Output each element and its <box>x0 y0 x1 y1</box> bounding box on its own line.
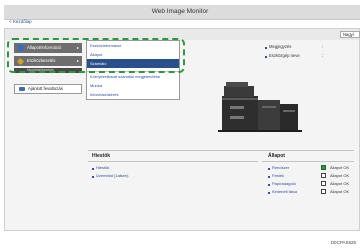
status-panel-title: Állapot <box>268 153 285 159</box>
zoom-button[interactable]: Nagyí <box>340 31 360 38</box>
comment-separator: : <box>322 44 324 49</box>
status-row-value: Állapot OK <box>330 189 350 194</box>
section-divider <box>88 150 354 151</box>
output-tray-ok-icon <box>321 189 326 194</box>
nav-user-tools[interactable]: Ajánlott fevaltozás <box>14 84 82 94</box>
bullet-icon <box>268 176 270 178</box>
bullet-icon <box>92 168 94 170</box>
bullet-icon <box>268 184 270 186</box>
status-row-value: Állapot OK <box>330 173 350 178</box>
host-name-separator: : <box>322 53 324 58</box>
status-row-label[interactable]: Papírádagoló <box>272 181 296 186</box>
toner-row[interactable]: Üzemelat (1alsen) <box>96 173 128 178</box>
status-row-value: Állapot OK <box>330 181 350 186</box>
toner-divider <box>88 161 258 162</box>
home-link[interactable]: < Kezdőlap <box>9 19 32 24</box>
nav-label: Ajánlott fevaltozás <box>28 86 63 91</box>
page-title: Web Image Monitor <box>151 8 209 15</box>
paper-tray-ok-icon <box>321 181 326 186</box>
toner-ok-icon <box>321 173 326 178</box>
status-row-label[interactable]: Festék <box>272 173 284 178</box>
bullet-icon <box>268 192 270 194</box>
status-row-label[interactable]: Kimeneti tálca <box>272 189 297 194</box>
highlight-outline <box>7 38 185 73</box>
toner-row[interactable]: Hiestök <box>96 165 109 170</box>
toner-panel-title: Hiestök <box>92 153 111 159</box>
bullet-icon <box>265 47 267 49</box>
host-name-label: Eszközgép neve <box>269 53 300 58</box>
bullet-icon <box>268 168 270 170</box>
bullet-icon <box>265 56 267 58</box>
printer-illustration <box>218 82 302 132</box>
user-tools-icon <box>19 87 25 91</box>
figure-code: D0CPAS525 <box>330 240 356 245</box>
menu-item-inquiry[interactable]: Információkérés <box>87 90 179 99</box>
comment-label: Megjegyzés <box>269 44 292 49</box>
status-row-label[interactable]: Rendszer <box>272 165 289 170</box>
bullet-icon <box>92 176 94 178</box>
menu-item-job[interactable]: Munka <box>87 81 179 90</box>
system-ok-icon <box>321 165 326 170</box>
status-divider <box>262 161 354 162</box>
status-row-value: Állapot OK <box>330 165 350 170</box>
